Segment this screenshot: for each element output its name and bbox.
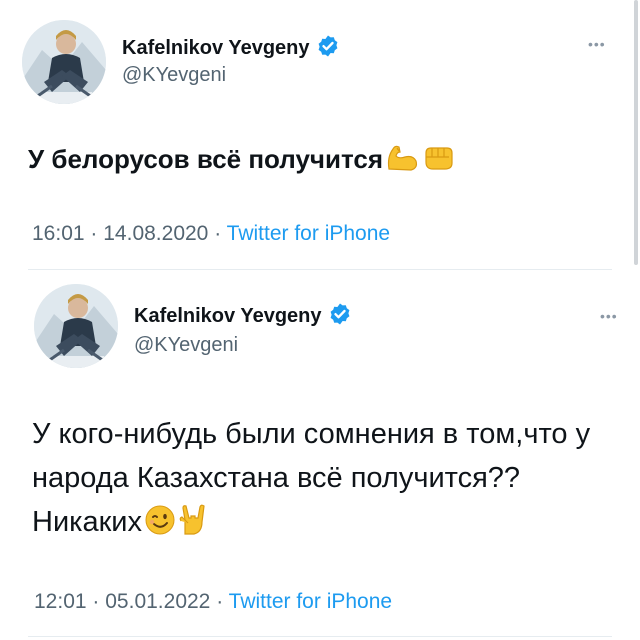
tweet-timestamp[interactable]: 16:01 · 14.08.2020 · Twitter for iPhone: [32, 222, 390, 246]
display-name[interactable]: Kafelnikov Yevgeny: [122, 34, 340, 64]
sign-of-the-horns-icon: [178, 504, 208, 549]
divider: [28, 636, 612, 637]
display-name-text[interactable]: Kafelnikov Yevgeny: [122, 37, 310, 59]
meta-separator: ·: [92, 590, 100, 613]
tweet-date[interactable]: 05.01.2022: [105, 590, 210, 613]
avatar[interactable]: [22, 20, 106, 104]
handle[interactable]: @KYevgeni: [134, 334, 238, 357]
tweet-card[interactable]: Kafelnikov Yevgeny @KYevgeni ••• У белор…: [0, 0, 640, 270]
oncoming-fist-icon: [421, 143, 455, 180]
tweet-text-content: У белорусов всё получится: [28, 144, 384, 174]
divider: [28, 269, 612, 270]
tweet-source-link[interactable]: Twitter for iPhone: [227, 222, 390, 245]
meta-separator: ·: [214, 222, 222, 245]
tweet-source-link[interactable]: Twitter for iPhone: [229, 590, 392, 613]
tweet-text: У кого-нибудь были сомнения в том,что у …: [32, 412, 632, 549]
tweet-text-content: У кого-нибудь были сомнения в том,что у …: [32, 418, 591, 538]
display-name[interactable]: Kafelnikov Yevgeny: [134, 302, 352, 332]
more-options-icon[interactable]: •••: [588, 36, 606, 52]
handle[interactable]: @KYevgeni: [122, 64, 226, 87]
verified-badge-icon: [316, 34, 340, 64]
flexed-biceps-icon: [385, 143, 419, 180]
meta-separator: ·: [216, 590, 224, 613]
scrollbar[interactable]: [634, 0, 638, 265]
avatar[interactable]: [34, 284, 118, 368]
winking-face-icon: [144, 504, 176, 549]
display-name-text[interactable]: Kafelnikov Yevgeny: [134, 305, 322, 327]
more-options-icon[interactable]: •••: [600, 308, 618, 324]
meta-separator: ·: [90, 222, 98, 245]
tweet-timestamp[interactable]: 12:01 · 05.01.2022 · Twitter for iPhone: [34, 590, 392, 614]
tweet-time[interactable]: 16:01: [32, 222, 85, 245]
verified-badge-icon: [328, 302, 352, 332]
tweet-date[interactable]: 14.08.2020: [103, 222, 208, 245]
tweet-time[interactable]: 12:01: [34, 590, 87, 613]
tweet-text: У белорусов всё получится: [28, 143, 455, 180]
